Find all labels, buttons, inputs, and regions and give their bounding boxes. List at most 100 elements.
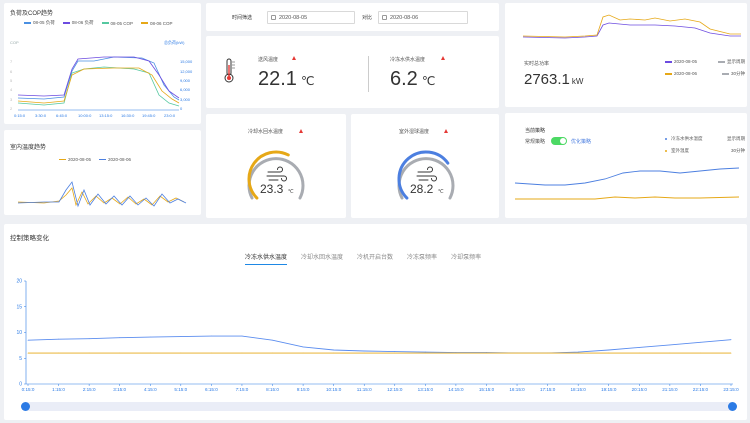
strategy-card: 当前策略 常规策略 优化策略 冷冻水供水温度 显示周期 室外温度 30分钟	[505, 113, 747, 218]
strategy-chart	[514, 167, 740, 200]
tick-label: 13:15:0	[99, 113, 113, 118]
data-point	[27, 339, 29, 341]
data-point	[516, 352, 518, 354]
outdoor-temp-line	[515, 196, 740, 200]
outdoor-wetbulb-gauge: 28.2 ℃	[397, 150, 455, 200]
cooling-return-value: 23.3	[260, 182, 284, 196]
data-point	[180, 352, 182, 354]
up-arrow-icon	[441, 56, 445, 60]
indoor-0806-line	[17, 181, 187, 208]
power-label: 实时总功率	[524, 61, 550, 67]
outdoor-wetbulb-value: 28.2	[410, 182, 434, 196]
data-point	[333, 352, 335, 354]
power-value: 2763.1 kW	[524, 71, 583, 88]
x-tick-label: 15:15:0	[479, 387, 495, 392]
data-point	[333, 349, 335, 351]
data-point	[669, 352, 671, 354]
thermometer-icon	[220, 58, 238, 84]
indoor-temp-chart	[17, 181, 187, 208]
x-tick-label: 6:15:0	[205, 387, 218, 392]
data-point	[638, 347, 640, 348]
data-point	[638, 352, 640, 354]
zoom-slider-track[interactable]	[26, 402, 733, 411]
calendar-icon	[271, 15, 276, 20]
legend-item[interactable]: 显示周期	[718, 59, 745, 65]
left-ticks: 7 6 5 4 3 2	[10, 59, 13, 111]
date-input-1[interactable]: 2020-08-05	[267, 11, 355, 24]
load-0805-line	[17, 56, 180, 101]
legend-item[interactable]: 2020-08-06	[665, 71, 697, 77]
supply-temp-card: 送风温度 22.1 ℃ 冷冻水供水温度 6.2 ℃	[206, 36, 499, 108]
indoor-0805-line	[17, 187, 185, 207]
data-point	[27, 352, 29, 354]
x-tick-label: 16:15:0	[509, 387, 525, 392]
cop-0805-line	[17, 66, 180, 107]
load-cop-x-ticks: 0:15:0 3:30:0 6:45:0 10:00:0 13:15:0 16:…	[14, 113, 176, 118]
y-tick-label: 15	[16, 304, 22, 310]
data-point	[180, 336, 182, 338]
tick-label: 12,000	[180, 69, 193, 74]
legend-label: 30分钟	[730, 71, 745, 76]
data-point	[577, 351, 579, 353]
tick-label: 0	[180, 106, 183, 111]
data-point	[669, 344, 671, 346]
x-tick-label: 12:15:0	[387, 387, 403, 392]
x-tick-label: 7:15:0	[236, 387, 249, 392]
data-point	[210, 335, 212, 337]
load-0806-line	[17, 56, 180, 99]
cooling-return-card: 冷却水回水温度 23.3 ℃	[206, 114, 346, 218]
tick-label: 6,000	[180, 87, 191, 92]
legend-label: 显示周期	[727, 59, 745, 64]
wind-icon	[416, 166, 437, 182]
legend-item[interactable]: 2020-08-05	[665, 59, 697, 65]
time-filter-label: 时间筛选	[232, 15, 253, 21]
data-point	[608, 349, 610, 351]
data-point	[272, 352, 273, 354]
tick-label: 3:30:0	[35, 113, 47, 118]
load-cop-card: 负荷及COP趋势 08-05 负荷 08-06 负荷 08-05 COP 08-…	[4, 3, 201, 124]
up-arrow-icon	[292, 56, 296, 60]
x-tick-label: 21:15:0	[662, 387, 678, 392]
svg-text:4: 4	[10, 87, 13, 92]
power-card: 实时总功率 2763.1 kW 2020-08-05 显示周期 2020-08-0…	[505, 3, 747, 107]
data-point	[210, 352, 212, 354]
data-point	[424, 351, 426, 353]
legend-item[interactable]: 30分钟	[721, 71, 745, 77]
indoor-temp-card: 室内温度趋势 2020-08-05 2020-08-06	[4, 130, 201, 215]
data-point	[119, 352, 121, 354]
y-tick-label: 20	[16, 279, 22, 285]
tick-label: 9,000	[180, 78, 191, 83]
control-strategy-card: 控制策略变化 冷冻水供水温度 冷却水回水温度 冷机开启台数 冷冻泵频率 冷却泵频…	[4, 224, 747, 420]
tick-label: 23:0:0	[164, 113, 176, 118]
x-tick-label: 10:15:0	[326, 387, 342, 392]
zoom-slider-handle-left[interactable]	[21, 402, 30, 411]
x-tick-label: 11:15:0	[357, 387, 372, 392]
cooling-return-gauge: 23.3 ℃	[247, 150, 305, 200]
tick-label: 0:15:0	[14, 113, 26, 118]
x-tick-label: 4:15:0	[144, 387, 157, 392]
power-chart	[522, 14, 741, 39]
date-input-2[interactable]: 2020-08-06	[378, 11, 468, 24]
outdoor-wetbulb-card: 室外湿球温度 28.2 ℃	[351, 114, 499, 218]
x-tick-label: 3:15:0	[113, 387, 126, 392]
outdoor-wetbulb-unit: ℃	[438, 189, 444, 195]
chw-supply-title: 冷冻水供水温度	[390, 57, 426, 63]
cooling-return-unit: ℃	[288, 189, 294, 195]
date-value-1: 2020-08-05	[279, 14, 308, 21]
data-point	[363, 352, 365, 354]
zoom-slider-handle-right[interactable]	[728, 402, 737, 411]
supply-air-value: 22.1 ℃	[258, 68, 314, 91]
power-number: 2763.1	[524, 71, 570, 88]
data-point	[730, 352, 732, 354]
legend-swatch	[665, 61, 672, 63]
power-0806-line	[522, 14, 741, 38]
data-point	[424, 352, 426, 354]
data-point	[119, 337, 121, 339]
data-point	[547, 352, 549, 354]
x-tick-label: 20:15:0	[632, 387, 648, 392]
compare-label: 对比	[362, 15, 373, 21]
x-tick-label: 17:15:0	[540, 387, 556, 392]
tick-label: 19:45:0	[142, 113, 156, 118]
legend-swatch	[721, 73, 729, 75]
data-point	[700, 341, 701, 343]
